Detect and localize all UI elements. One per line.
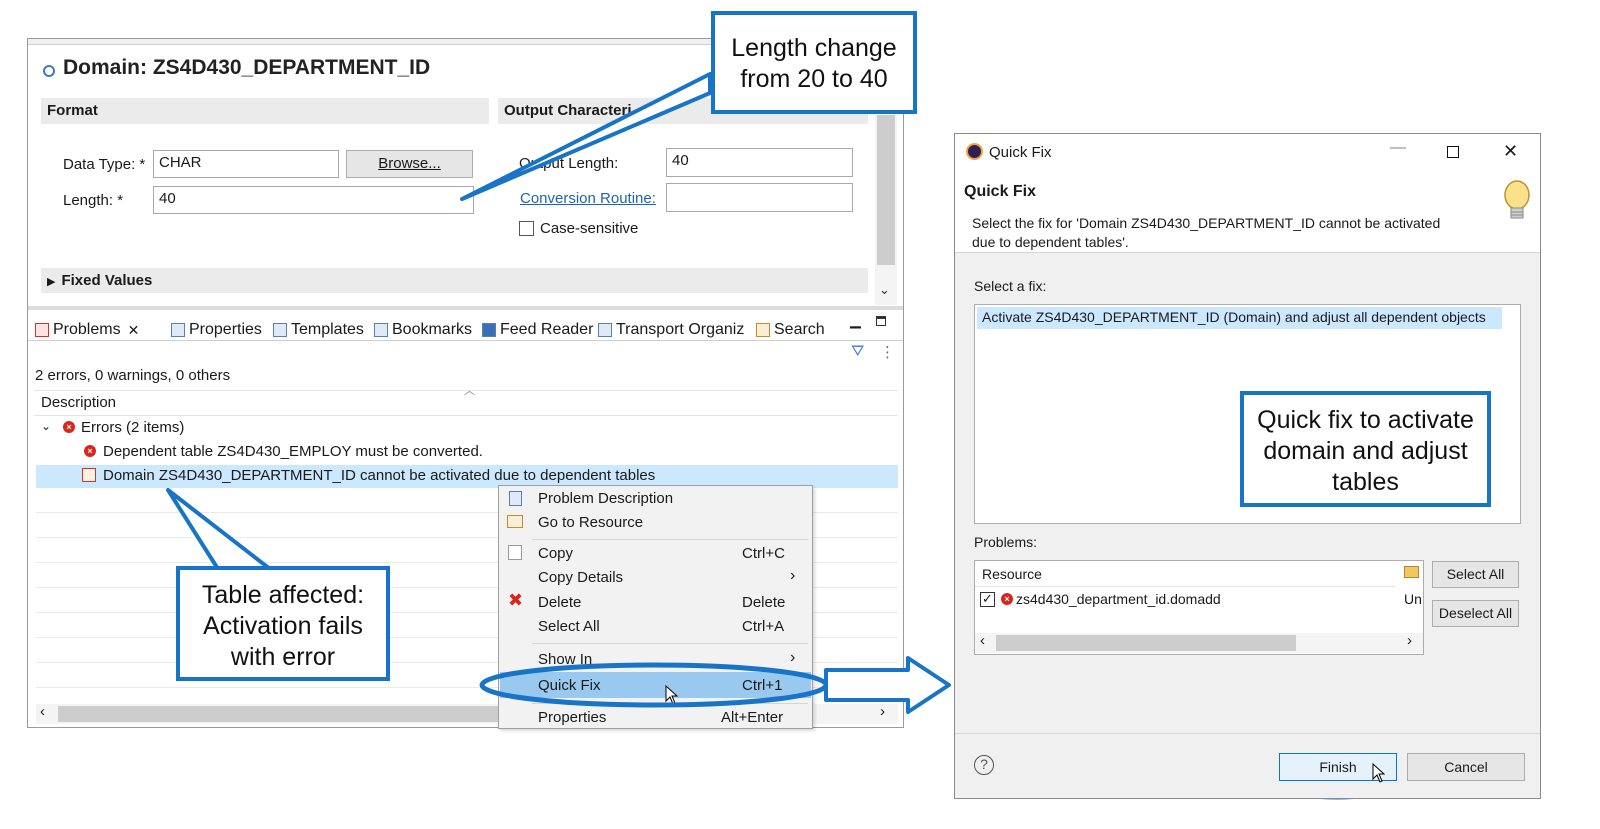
problems-label: Problems: [974,534,1038,550]
cancel-button[interactable]: Cancel [1407,753,1525,781]
resource-checkbox[interactable]: ✓ [980,592,995,607]
deselect-all-button[interactable]: Deselect All [1432,600,1519,627]
scroll-right-icon[interactable]: › [1407,632,1412,649]
select-all-button[interactable]: Select All [1432,561,1519,588]
lightbulb-icon [1504,180,1530,219]
resource-column-header[interactable]: Resource [982,566,1042,582]
resource-item: zs4d430_department_id.domadd [1016,591,1221,607]
dialog-footer-divider [955,733,1540,734]
scroll-left-icon[interactable]: ‹ [980,632,985,649]
select-fix-label: Select a fix: [974,278,1047,294]
table-affected-callout: Table affected: Activation fails with er… [176,566,390,681]
table-callout-pointer [166,488,272,571]
resource-extra: Un [1404,591,1422,607]
length-callout-pointer [460,72,712,201]
dialog-window-title: Quick Fix [989,144,1052,161]
quick-fix-callout: Quick fix to activate domain and adjust … [1240,391,1491,507]
fix-option[interactable]: Activate ZS4D430_DEPARTMENT_ID (Domain) … [977,307,1502,329]
header-divider [975,586,1395,587]
error-icon: × [1001,593,1013,605]
mouse-pointer-icon [1372,763,1386,783]
dialog-scroll-thumb[interactable] [996,635,1296,651]
help-button[interactable]: ? [974,755,994,775]
close-window-icon[interactable]: ✕ [1503,141,1518,162]
quick-fix-highlight-ring [479,662,829,708]
maximize-window-icon[interactable] [1447,146,1459,158]
eclipse-logo-icon [966,143,983,160]
minimize-window-icon[interactable]: — [1390,139,1406,157]
flow-arrow [824,656,951,714]
folder-icon [1404,566,1419,578]
length-change-callout: Length change from 20 to 40 [711,11,917,114]
dialog-heading: Quick Fix [964,183,1037,200]
dialog-description: Select the fix for 'Domain ZS4D430_DEPAR… [972,215,1441,250]
